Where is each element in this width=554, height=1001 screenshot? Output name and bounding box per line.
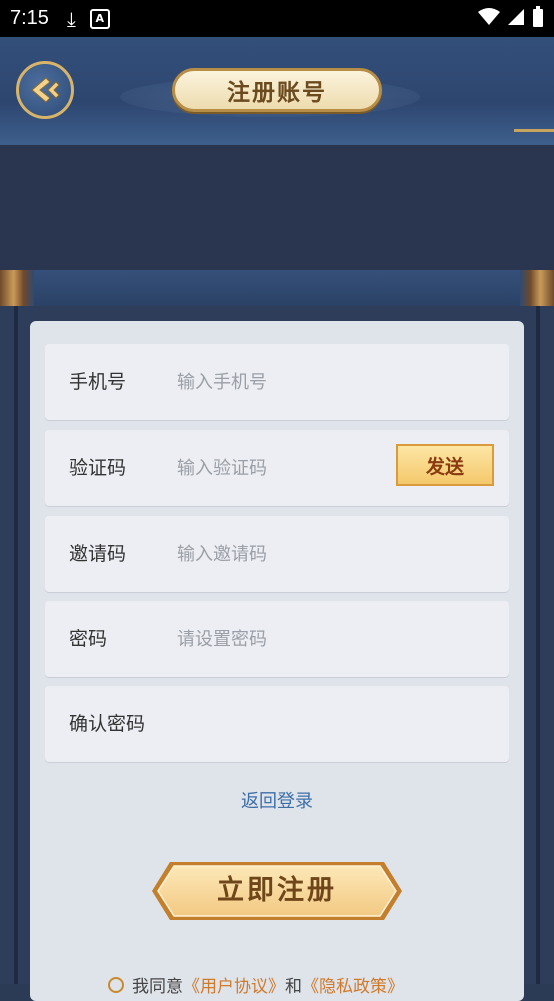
left-pillar-decoration	[0, 270, 34, 306]
confirm-password-label: 确认密码	[69, 713, 146, 735]
right-pillar-decoration	[520, 270, 554, 306]
phone-input[interactable]	[177, 362, 397, 402]
user-agreement-link[interactable]: 《用户协议》	[183, 972, 285, 997]
download-icon: ⤓	[66, 6, 76, 31]
code-input[interactable]	[177, 448, 377, 488]
header: 注册账号	[0, 37, 554, 148]
agreement-radio[interactable]	[108, 976, 124, 993]
confirm-password-input[interactable]	[177, 704, 397, 744]
banner-area	[0, 145, 554, 270]
pillar-band	[0, 270, 554, 306]
code-field: 验证码 发送	[45, 430, 509, 506]
send-code-button[interactable]: 发送	[396, 444, 494, 486]
confirm-password-field: 确认密码	[45, 686, 509, 762]
battery-icon	[533, 6, 543, 27]
invite-input[interactable]	[177, 534, 397, 574]
app-notification-icon: A	[89, 8, 110, 29]
agreement-prefix: 我同意	[132, 977, 183, 997]
back-to-login-link[interactable]: 返回登录	[0, 787, 554, 813]
status-bar: 7:15 ⤓ A	[0, 0, 554, 37]
password-field: 密码	[45, 601, 509, 677]
signal-icon	[508, 9, 524, 25]
phone-label: 手机号	[69, 371, 127, 393]
password-input[interactable]	[177, 619, 397, 659]
right-border	[536, 306, 540, 984]
wifi-icon	[478, 8, 500, 25]
status-icons	[478, 6, 544, 28]
page-title: 注册账号	[227, 79, 327, 106]
back-arrow-icon	[31, 77, 60, 103]
header-decoration-line	[514, 129, 554, 132]
register-button-label: 立即注册	[217, 875, 337, 906]
back-button[interactable]	[16, 61, 74, 119]
phone-field: 手机号	[45, 344, 509, 420]
register-button[interactable]: 立即注册	[150, 858, 404, 924]
status-time: 7:15	[10, 7, 49, 29]
invite-label: 邀请码	[69, 543, 127, 565]
title-plate: 注册账号	[172, 68, 382, 112]
password-label: 密码	[69, 628, 108, 650]
code-label: 验证码	[69, 457, 127, 479]
left-border	[14, 306, 18, 984]
agreement-and: 和	[285, 977, 302, 997]
privacy-policy-link[interactable]: 《隐私政策》	[302, 972, 404, 997]
agreement-row: 我同意 《用户协议》 和 《隐私政策》	[108, 972, 404, 997]
invite-field: 邀请码	[45, 516, 509, 592]
